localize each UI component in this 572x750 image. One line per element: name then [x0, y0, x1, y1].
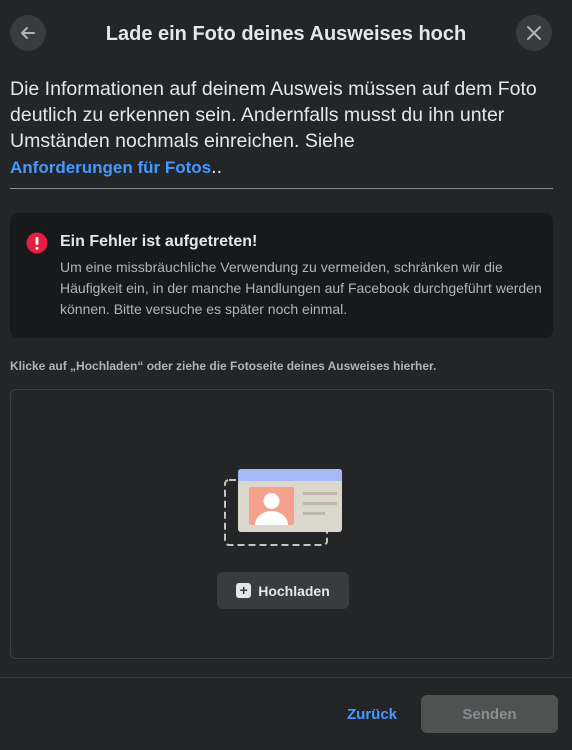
exclamation-circle-icon — [26, 232, 48, 254]
error-title: Ein Fehler ist aufgetreten! — [60, 233, 258, 250]
dialog-title: Lade ein Foto deines Ausweises hoch — [105, 23, 467, 45]
send-button[interactable]: Senden — [421, 695, 558, 733]
upload-button-label: Hochladen — [258, 582, 330, 599]
intro-text: Die Informationen auf deinem Ausweis müs… — [10, 78, 537, 152]
arrow-left-icon — [21, 27, 35, 39]
upload-dropzone[interactable]: + Hochladen — [10, 389, 554, 659]
upload-instruction: Klicke auf „Hochladen“ oder ziehe die Fo… — [10, 359, 437, 373]
error-message: Um eine missbräuchliche Verwendung zu ve… — [60, 259, 542, 317]
photo-requirements-link[interactable]: Anforderungen für Fotos — [10, 158, 211, 177]
close-button[interactable] — [516, 15, 552, 51]
divider — [10, 188, 553, 189]
back-arrow-button[interactable] — [10, 15, 46, 51]
intro-trailing: .. — [211, 156, 222, 178]
footer-divider — [0, 677, 572, 678]
id-card-illustration — [224, 469, 342, 546]
upload-button[interactable]: + Hochladen — [217, 572, 349, 609]
dialog-header: Lade ein Foto deines Ausweises hoch — [0, 0, 572, 66]
close-icon — [527, 26, 541, 40]
plus-square-icon: + — [236, 583, 252, 598]
intro-paragraph: Die Informationen auf deinem Ausweis müs… — [10, 76, 555, 181]
back-button[interactable]: Zurück — [347, 706, 397, 723]
error-banner: Ein Fehler ist aufgetreten! Um eine miss… — [10, 213, 553, 338]
